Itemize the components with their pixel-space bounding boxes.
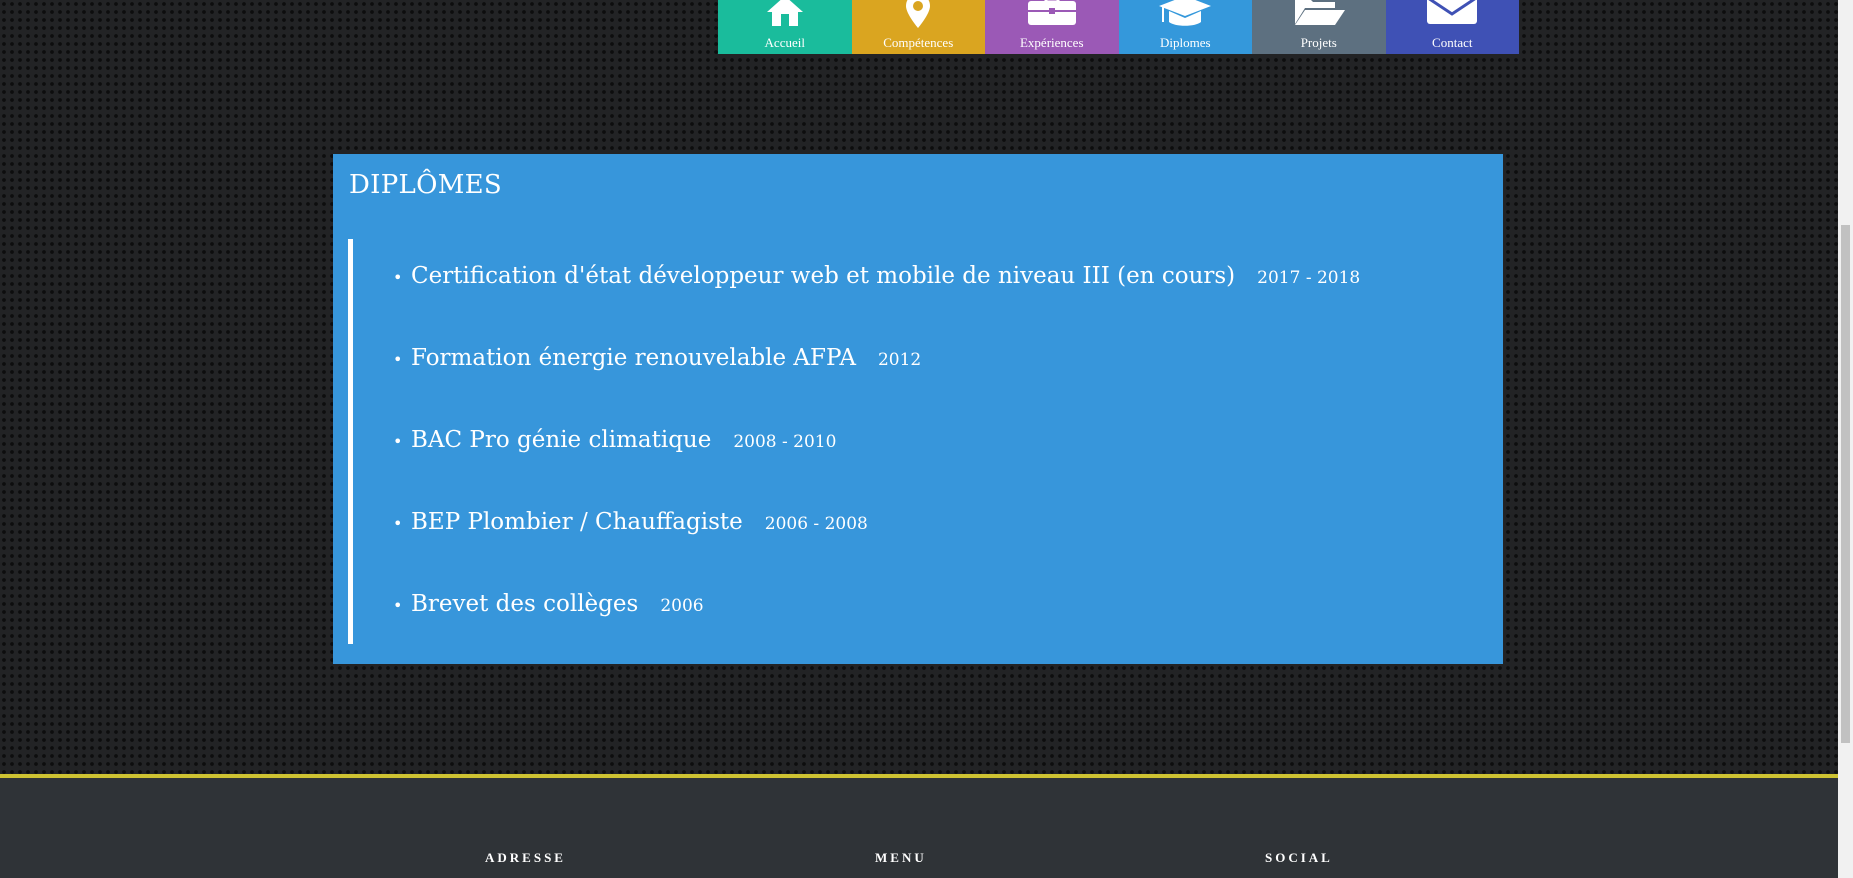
nav-label: Contact <box>1432 35 1473 50</box>
folder-open-icon <box>1252 0 1386 28</box>
home-icon <box>718 0 852 28</box>
nav-item-experiences[interactable]: Expériences <box>985 0 1119 54</box>
bullet-icon: • <box>393 268 403 287</box>
bullet-icon: • <box>393 514 403 533</box>
nav-label: Expériences <box>1019 35 1084 50</box>
bullet-icon: • <box>393 350 403 369</box>
footer: ADRESSE MENU SOCIAL <box>0 778 1838 878</box>
list-item: • Brevet des collèges 2006 <box>393 591 704 631</box>
envelope-icon <box>1386 0 1520 28</box>
diplomas-panel: DIPLÔMES • Certification d'état développ… <box>333 154 1503 664</box>
bullet-icon: • <box>393 596 403 615</box>
diploma-years: 2012 <box>877 350 922 370</box>
graduation-cap-icon <box>1119 0 1253 28</box>
nav-item-diplomes[interactable]: Diplomes <box>1118 0 1253 54</box>
diploma-title: BAC Pro génie climatique <box>411 427 712 453</box>
diploma-title: BEP Plombier / Chauffagiste <box>411 509 743 535</box>
briefcase-icon <box>985 0 1119 28</box>
footer-heading-menu: MENU <box>875 850 927 865</box>
nav-label: Projets <box>1300 35 1337 50</box>
diploma-years: 2006 <box>660 596 704 616</box>
diploma-years: 2006 - 2008 <box>764 514 868 534</box>
nav-label: Compétences <box>883 35 954 50</box>
nav-item-contact[interactable]: Contact <box>1385 0 1520 54</box>
footer-heading-social: SOCIAL <box>1265 850 1333 865</box>
list-item: • BEP Plombier / Chauffagiste 2006 - 200… <box>393 509 868 549</box>
nav-item-projets[interactable]: Projets <box>1252 0 1386 54</box>
list-item: • Certification d'état développeur web e… <box>393 263 1360 303</box>
diploma-title: Brevet des collèges <box>411 591 639 617</box>
diploma-title: Certification d'état développeur web et … <box>411 263 1236 289</box>
list-item: • BAC Pro génie climatique 2008 - 2010 <box>393 427 836 467</box>
nav-item-accueil[interactable]: Accueil <box>718 0 852 54</box>
diploma-years: 2017 - 2018 <box>1257 268 1361 288</box>
scrollbar[interactable] <box>1838 0 1853 878</box>
footer-heading-address: ADRESSE <box>485 850 566 865</box>
nav-item-competences[interactable]: Compétences <box>851 0 986 54</box>
page-title: DIPLÔMES <box>349 170 503 200</box>
diploma-list: • Certification d'état développeur web e… <box>348 239 1468 644</box>
scrollbar-thumb[interactable] <box>1841 225 1850 743</box>
nav-label: Accueil <box>764 35 805 50</box>
list-item: • Formation énergie renouvelable AFPA 20… <box>393 345 921 385</box>
map-marker-icon <box>852 0 986 28</box>
diploma-title: Formation énergie renouvelable AFPA <box>411 345 856 371</box>
bullet-icon: • <box>393 432 403 451</box>
diploma-years: 2008 - 2010 <box>733 432 837 452</box>
main-nav: Accueil Compétences Expériences Diplomes… <box>718 0 1519 54</box>
nav-label: Diplomes <box>1159 35 1211 50</box>
